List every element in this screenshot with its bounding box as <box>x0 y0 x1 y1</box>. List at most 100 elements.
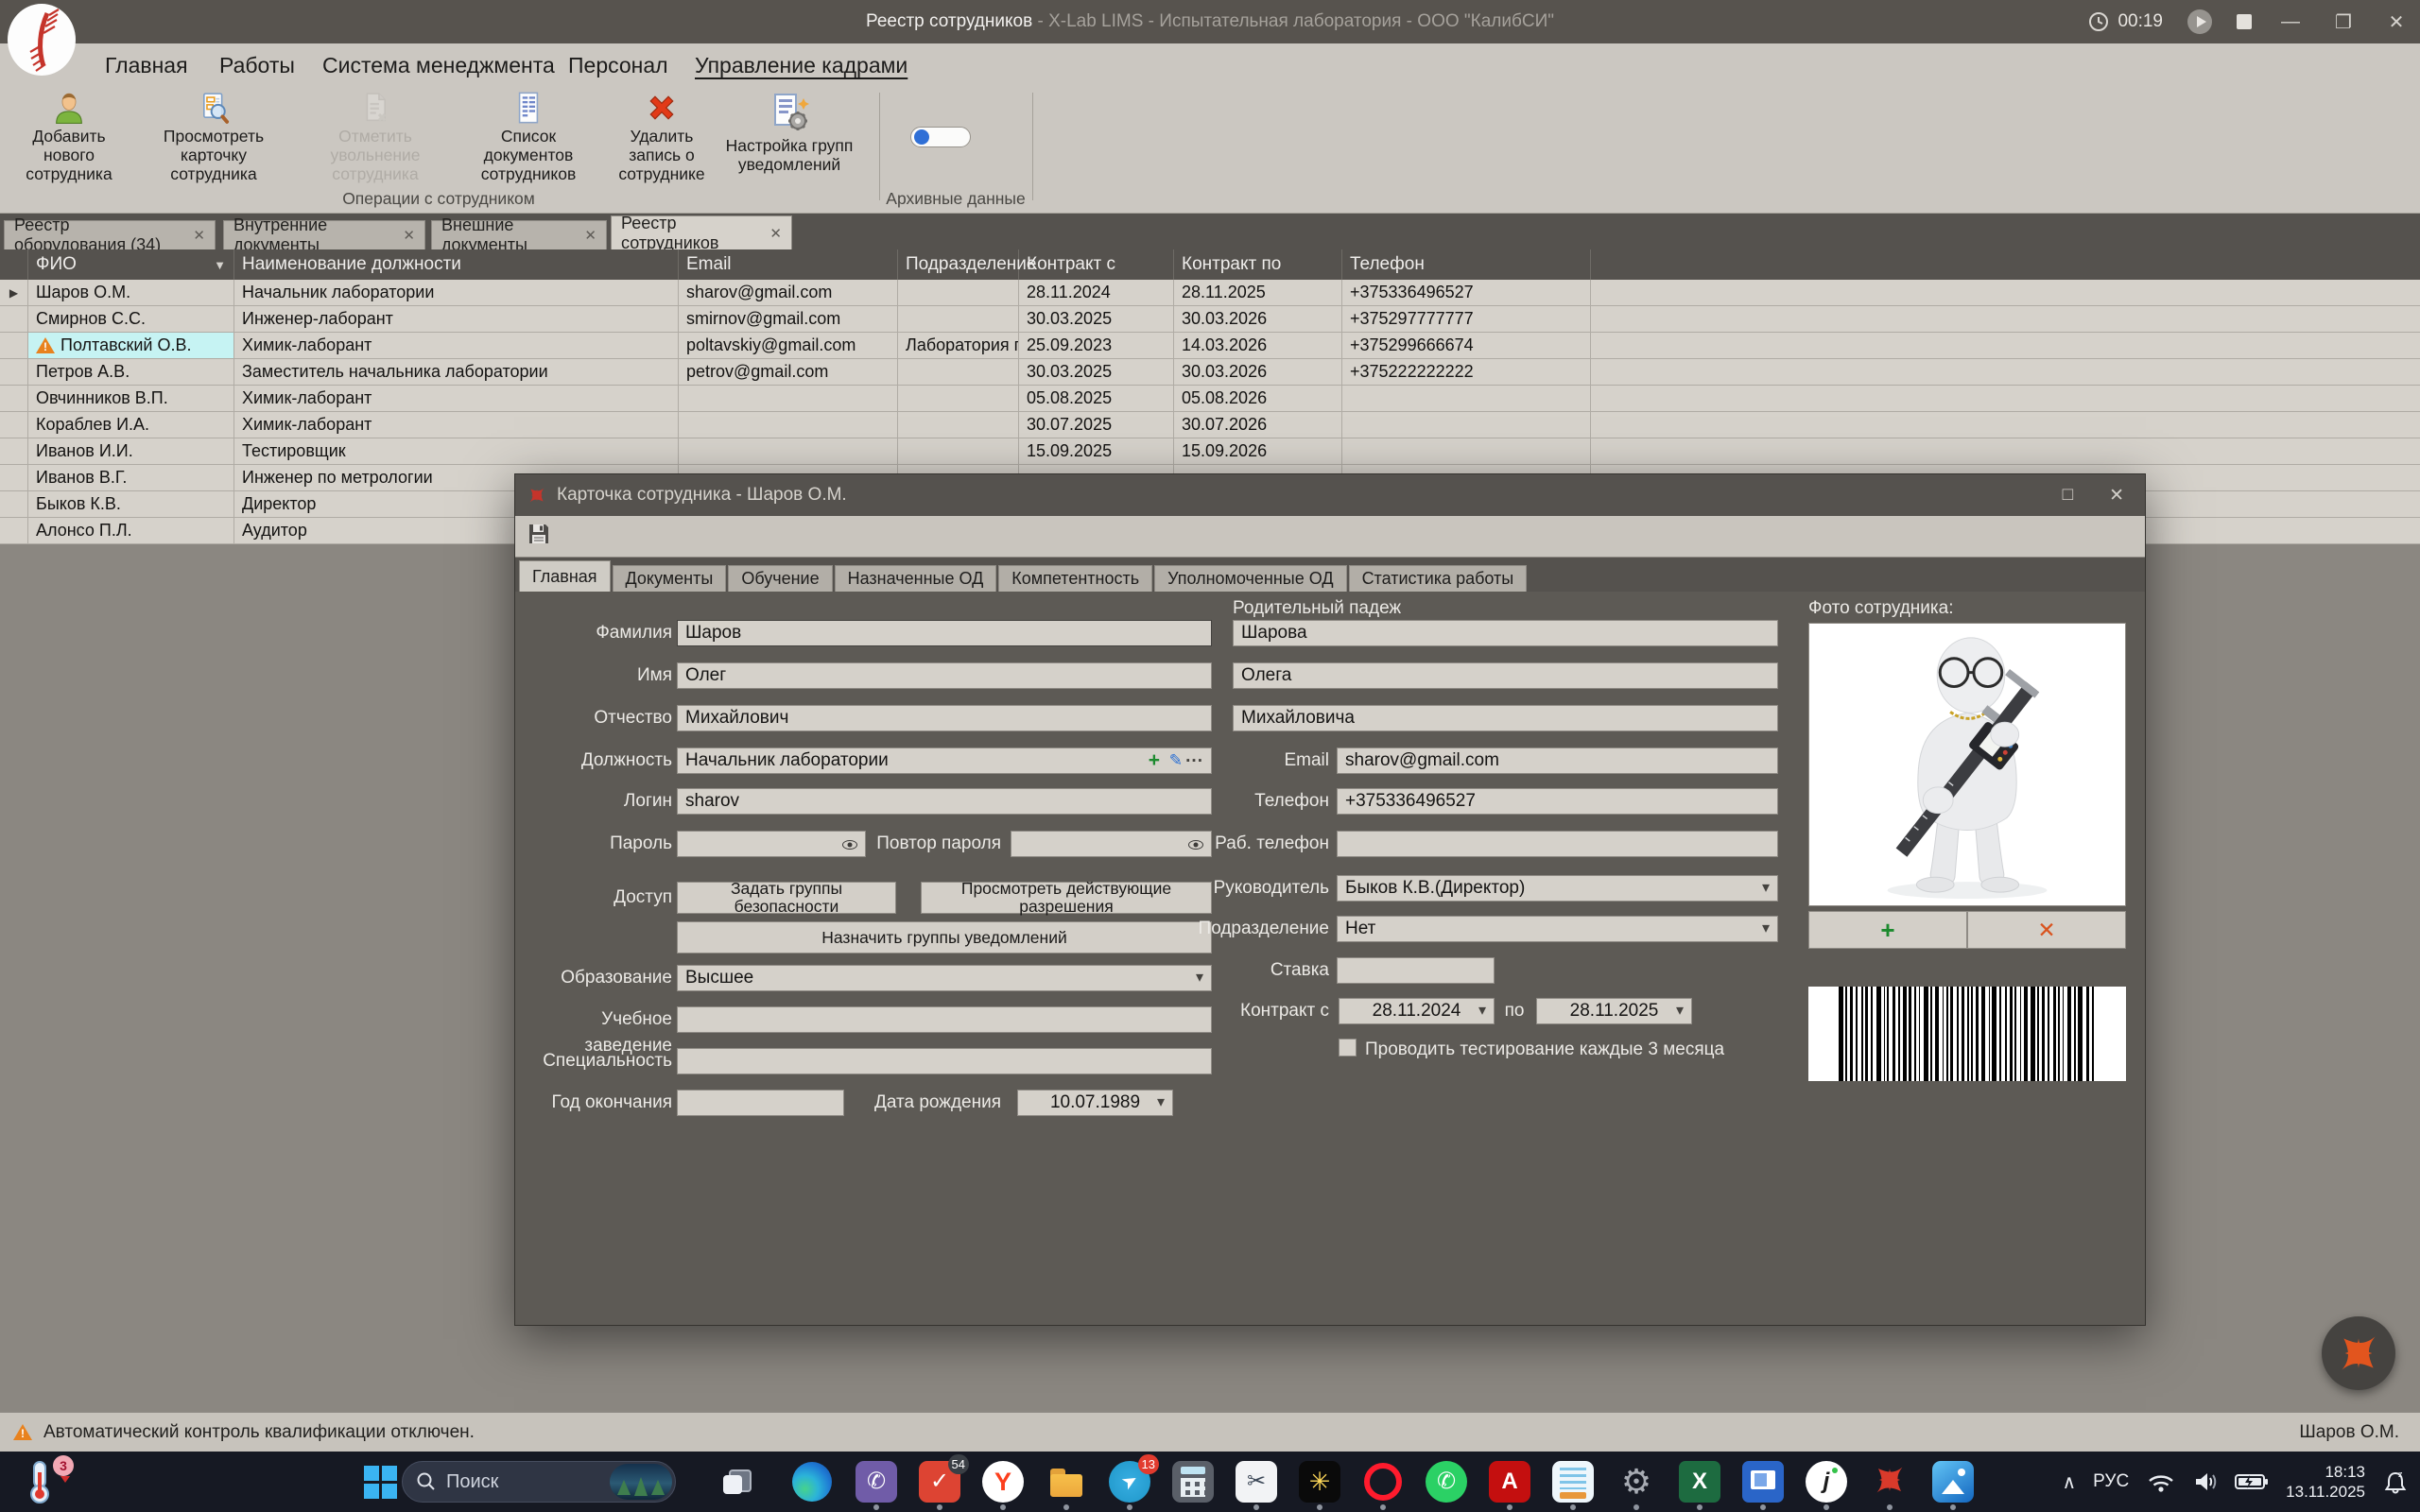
birth-date-combo[interactable]: 10.07.1989 <box>1017 1090 1173 1116</box>
cell-email[interactable]: sharov@gmail.com <box>679 280 898 305</box>
search-highlight-image[interactable] <box>610 1464 672 1500</box>
header-fio[interactable]: ФИО <box>28 249 234 280</box>
table-row[interactable]: Иванов И.И.Тестировщик15.09.202515.09.20… <box>0 438 2420 465</box>
save-button[interactable] <box>527 522 551 551</box>
security-groups-button[interactable]: Задать группы безопасности <box>677 882 896 914</box>
tab-close-icon[interactable] <box>193 227 205 244</box>
tab-close-icon[interactable] <box>403 227 415 244</box>
taskbar-icon-staros[interactable]: ✳ <box>1299 1461 1340 1503</box>
menu-item-raboty[interactable]: Работы <box>219 43 295 87</box>
table-row[interactable]: Смирнов С.С.Инженер-лаборантsmirnov@gmai… <box>0 306 2420 333</box>
menu-item-glavnaya[interactable]: Главная <box>105 43 188 87</box>
cell-pos[interactable]: Химик-лаборант <box>234 412 679 438</box>
cell-from[interactable]: 15.09.2025 <box>1019 438 1174 464</box>
add-photo-button[interactable] <box>1808 911 1967 949</box>
taskbar-icon-photos[interactable] <box>1932 1461 1974 1503</box>
dialog-tab-glavnaya[interactable]: Главная <box>519 560 611 592</box>
tray-chevron-icon[interactable]: ∧ <box>2062 1470 2076 1494</box>
cell-fio[interactable]: Иванов В.Г. <box>28 465 234 490</box>
tray-clock[interactable]: 18:13 13.11.2025 <box>2286 1462 2365 1502</box>
cell-pos[interactable]: Тестировщик <box>234 438 679 464</box>
taskbar-weather-widget[interactable]: 3 <box>21 1459 70 1506</box>
dialog-tab-dokumenty[interactable]: Документы <box>613 565 727 592</box>
delete-employee-button[interactable]: Удалить запись о сотруднике <box>605 91 718 183</box>
dialog-tab-statistika[interactable]: Статистика работы <box>1349 565 1528 592</box>
cell-pos[interactable]: Начальник лаборатории <box>234 280 679 305</box>
cell-dept[interactable] <box>898 386 1019 411</box>
contract-from-combo[interactable]: 28.11.2024 <box>1339 998 1495 1024</box>
name-field[interactable]: Олег <box>677 662 1212 689</box>
search-input[interactable]: Поиск <box>402 1461 676 1503</box>
taskbar-icon-notepad[interactable] <box>1552 1461 1594 1503</box>
surname-field[interactable]: Шаров <box>677 620 1212 646</box>
cell-to[interactable]: 28.11.2025 <box>1174 280 1342 305</box>
table-row[interactable]: ▶Шаров О.М.Начальник лабораторииsharov@g… <box>0 280 2420 306</box>
language-indicator[interactable]: РУС <box>2093 1471 2129 1492</box>
genitive-surname-field[interactable]: Шарова <box>1233 620 1778 646</box>
delete-photo-button[interactable] <box>1967 911 2126 949</box>
taskbar-icon-yandex[interactable]: Y <box>982 1461 1024 1503</box>
grad-year-field[interactable] <box>677 1090 844 1116</box>
cell-to[interactable]: 30.03.2026 <box>1174 359 1342 385</box>
task-view-button[interactable] <box>723 1469 752 1494</box>
cell-fio[interactable]: Петров А.В. <box>28 359 234 385</box>
testing-checkbox[interactable] <box>1339 1039 1357 1057</box>
cell-from[interactable]: 05.08.2025 <box>1019 386 1174 411</box>
table-row[interactable]: Овчинников В.П.Химик-лаборант05.08.20250… <box>0 386 2420 412</box>
view-employee-card-button[interactable]: Просмотреть карточку сотрудника <box>140 91 287 183</box>
cell-email[interactable] <box>679 386 898 411</box>
table-row[interactable]: Кораблев И.А.Химик-лаборант30.07.202530.… <box>0 412 2420 438</box>
tab-close-icon[interactable] <box>584 227 596 244</box>
genitive-name-field[interactable]: Олега <box>1233 662 1778 689</box>
taskbar-icon-acrobat[interactable]: A <box>1489 1461 1530 1503</box>
specialty-field[interactable] <box>677 1048 1212 1074</box>
wifi-icon[interactable] <box>2146 1470 2176 1493</box>
start-button[interactable] <box>364 1466 397 1499</box>
contract-to-combo[interactable]: 28.11.2025 <box>1536 998 1692 1024</box>
cell-fio[interactable]: !Полтавский О.В. <box>28 333 234 358</box>
header-position[interactable]: Наименование должности <box>234 249 679 280</box>
cell-dept[interactable] <box>898 438 1019 464</box>
notification-groups-button[interactable]: Настройка групп уведомлений <box>722 91 856 183</box>
tab-employee-registry[interactable]: Реестр сотрудников <box>611 215 792 249</box>
manager-combo[interactable]: Быков К.В.(Директор) <box>1337 875 1778 902</box>
cell-phone[interactable] <box>1342 386 1591 411</box>
taskbar-icon-viber[interactable]: ✆ <box>856 1461 897 1503</box>
cell-phone[interactable]: +375336496527 <box>1342 280 1591 305</box>
taskbar-icon-telegram[interactable]: ➤13 <box>1109 1461 1150 1503</box>
rate-field[interactable] <box>1337 957 1495 984</box>
cell-to[interactable]: 30.07.2026 <box>1174 412 1342 438</box>
show-password-icon[interactable] <box>842 840 857 850</box>
taskbar-icon-snipping[interactable]: ✂ <box>1236 1461 1277 1503</box>
tab-close-icon[interactable] <box>769 225 782 242</box>
header-contract-from[interactable]: Контракт с <box>1019 249 1174 280</box>
cell-dept[interactable] <box>898 306 1019 332</box>
taskbar-icon-xlab[interactable] <box>1869 1461 1910 1503</box>
taskbar-icon-excel[interactable]: X <box>1679 1461 1720 1503</box>
battery-charging-icon[interactable] <box>2235 1472 2269 1491</box>
dialog-titlebar[interactable]: Карточка сотрудника - Шаров О.М. □ ✕ <box>515 474 2145 516</box>
cell-email[interactable] <box>679 438 898 464</box>
cell-email[interactable] <box>679 412 898 438</box>
sort-desc-icon[interactable] <box>214 254 226 275</box>
department-combo[interactable]: Нет <box>1337 916 1778 942</box>
maximize-button[interactable]: ❐ <box>2329 10 2358 34</box>
taskbar-icon-edge[interactable] <box>792 1462 832 1502</box>
cell-to[interactable]: 14.03.2026 <box>1174 333 1342 358</box>
dialog-maximize-button[interactable]: □ <box>2063 485 2073 507</box>
cell-pos[interactable]: Заместитель начальника лаборатории <box>234 359 679 385</box>
volume-icon[interactable] <box>2193 1470 2218 1493</box>
table-row[interactable]: !Полтавский О.В.Химик-лаборантpoltavskiy… <box>0 333 2420 359</box>
cell-dept[interactable] <box>898 359 1019 385</box>
add-employee-button[interactable]: Добавить нового сотрудника <box>6 91 132 183</box>
work-phone-field[interactable] <box>1337 831 1778 857</box>
cell-email[interactable]: poltavskiy@gmail.com <box>679 333 898 358</box>
employee-documents-button[interactable]: Список документов сотрудников <box>459 91 597 183</box>
cell-from[interactable]: 30.03.2025 <box>1019 306 1174 332</box>
cell-fio[interactable]: Кораблев И.А. <box>28 412 234 438</box>
cell-pos[interactable]: Химик-лаборант <box>234 386 679 411</box>
cell-fio[interactable]: Алонсо П.Л. <box>28 518 234 543</box>
cell-phone[interactable] <box>1342 438 1591 464</box>
taskbar-icon-monitor[interactable] <box>1742 1461 1784 1503</box>
table-row[interactable]: Петров А.В.Заместитель начальника лабора… <box>0 359 2420 386</box>
